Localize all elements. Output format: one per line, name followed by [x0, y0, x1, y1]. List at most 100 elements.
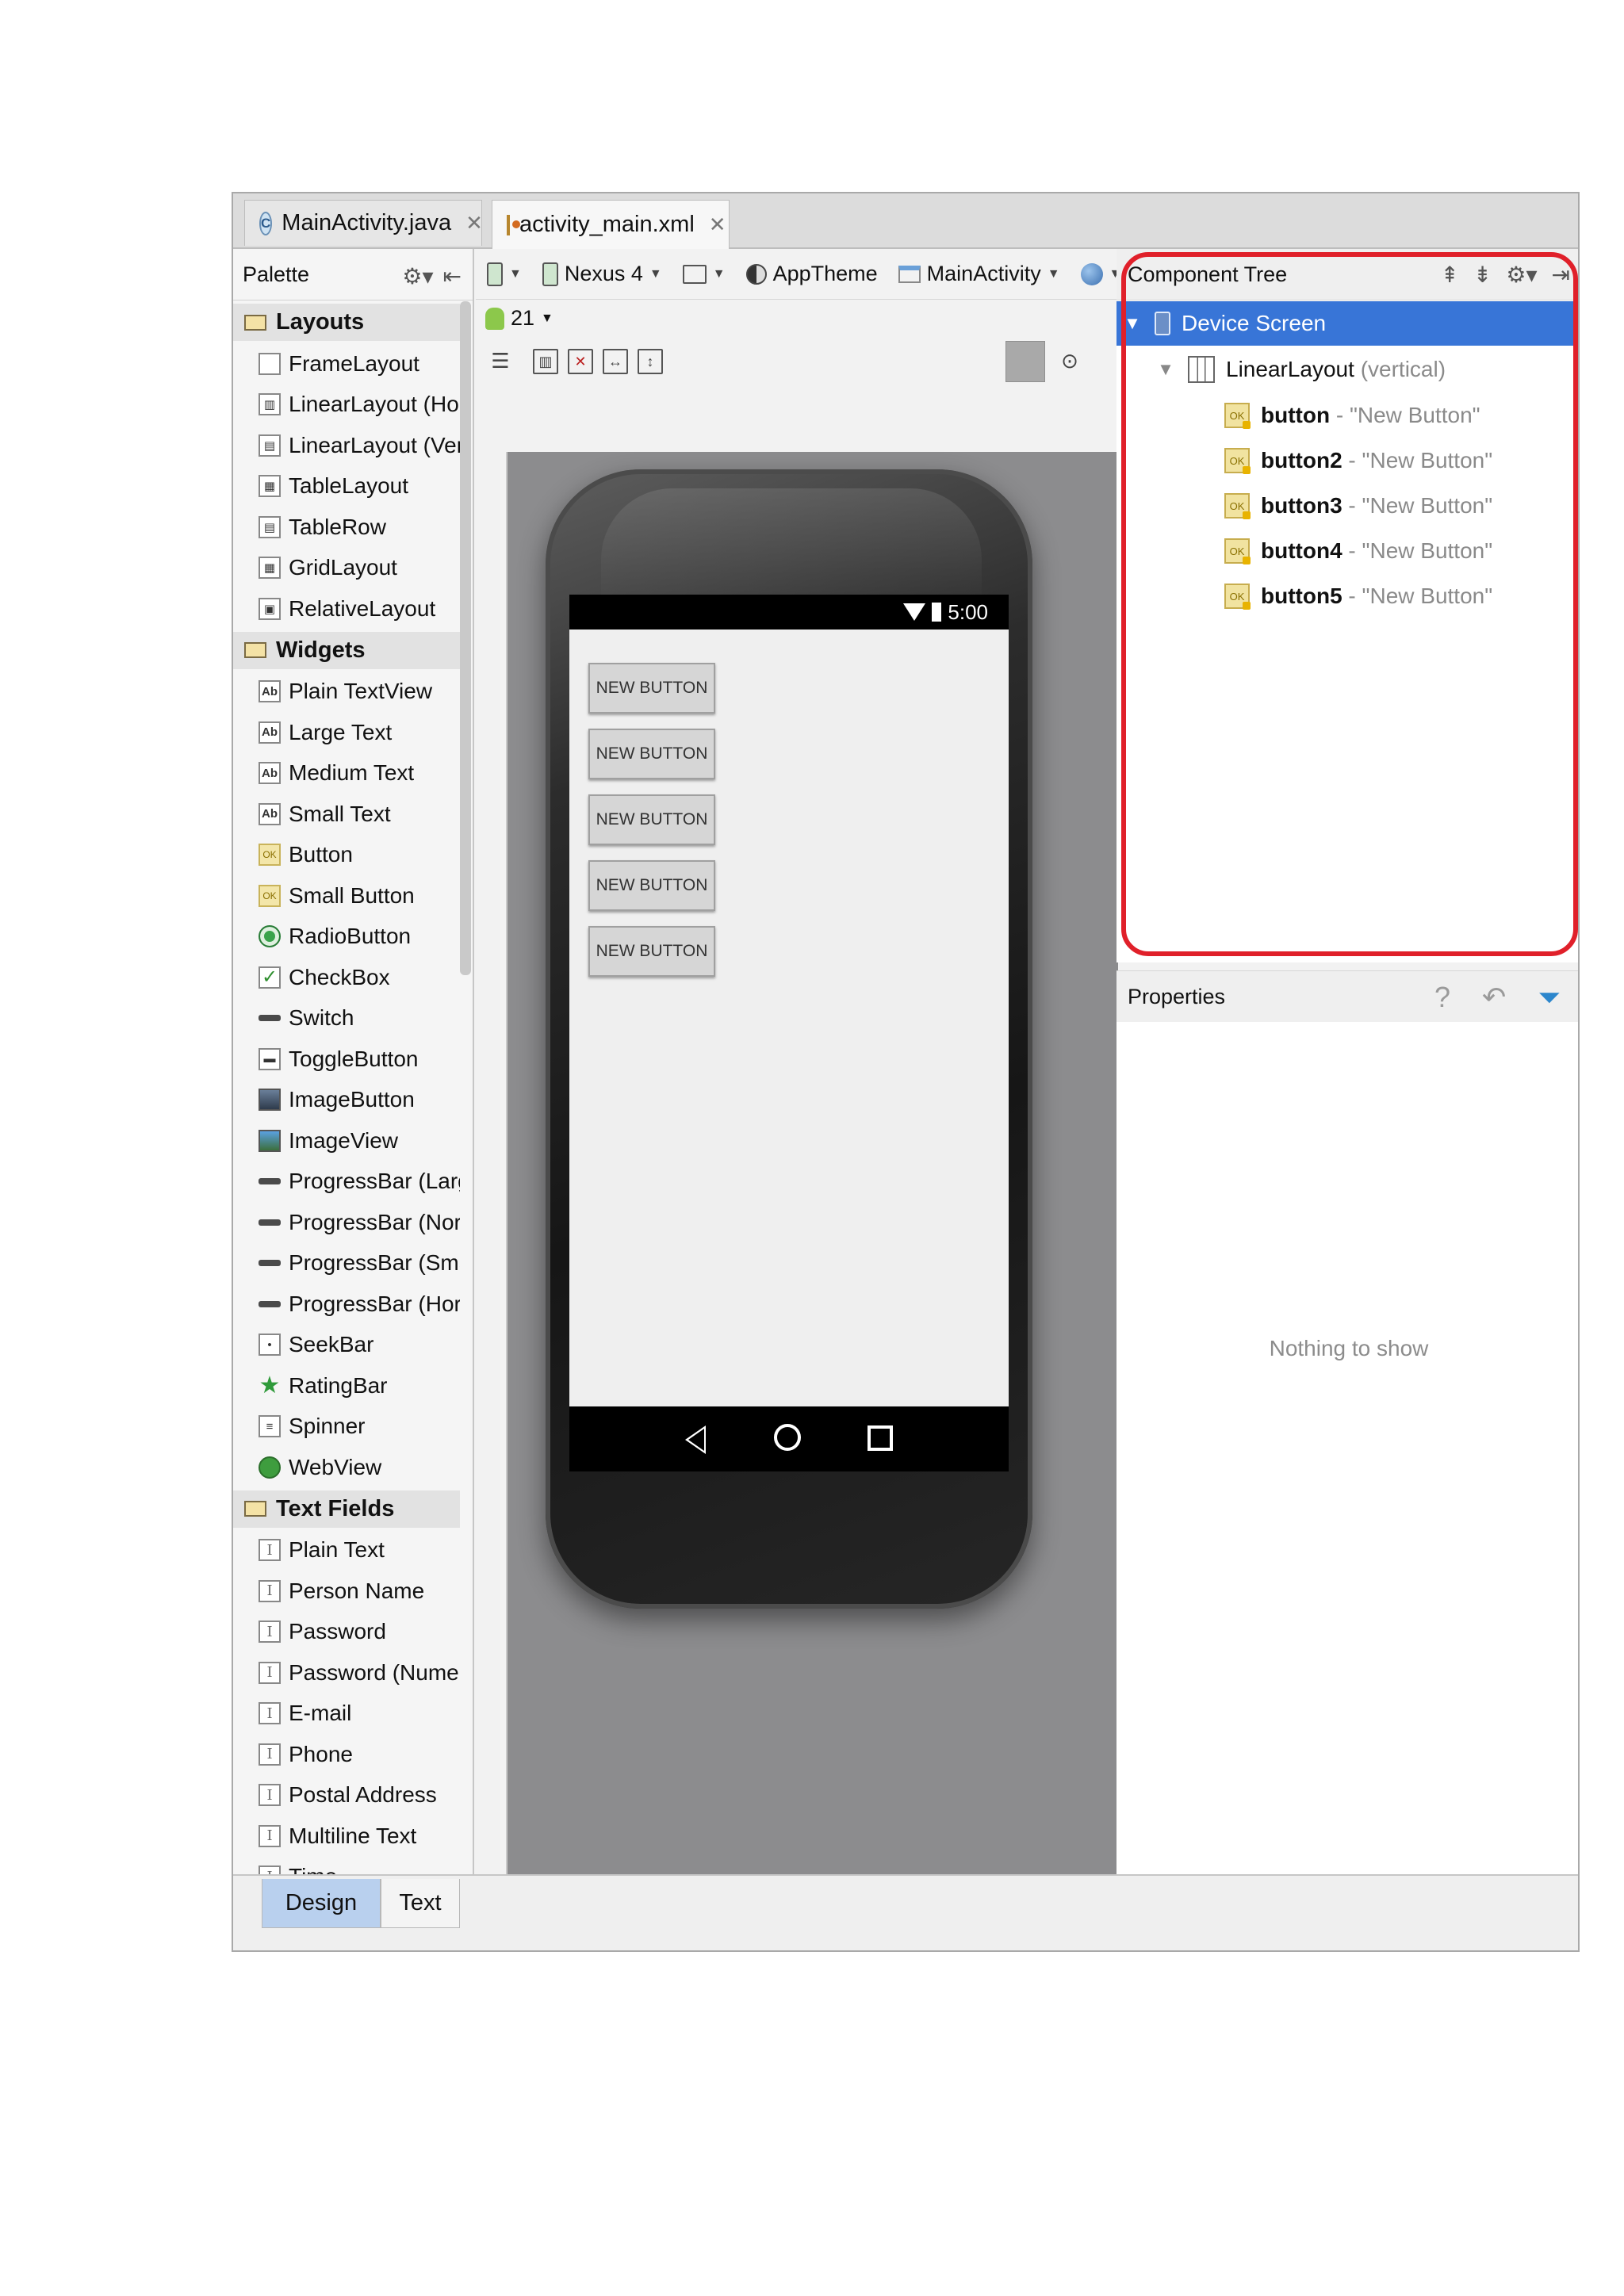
- tree-item-button-5[interactable]: OK button5 - "New Button": [1116, 574, 1578, 618]
- gear-icon[interactable]: ⚙▾: [402, 263, 433, 289]
- phone-screen[interactable]: NEW BUTTON NEW BUTTON NEW BUTTON NEW BUT…: [569, 629, 1009, 1406]
- palette-item[interactable]: I Person Name: [233, 1571, 460, 1612]
- tree-item-device-screen[interactable]: ▼ Device Screen: [1116, 301, 1578, 346]
- help-icon[interactable]: ?: [1434, 981, 1450, 1015]
- tab-text[interactable]: Text: [381, 1879, 460, 1928]
- palette-scrollbar[interactable]: [460, 301, 471, 975]
- palette-item[interactable]: Ab Medium Text: [233, 753, 460, 794]
- zoom-actual-size-icon[interactable]: ⊙: [1055, 346, 1085, 376]
- palette-item[interactable]: OK Button: [233, 835, 460, 876]
- palette-item-label: Postal Address: [289, 1782, 437, 1808]
- palette-item[interactable]: FrameLayout: [233, 343, 460, 385]
- collapse-all-icon[interactable]: ⇟: [1473, 262, 1492, 288]
- palette-category-1[interactable]: Widgets: [233, 631, 460, 669]
- palette-item-label: GridLayout: [289, 555, 397, 580]
- palette-item[interactable]: ★ RatingBar: [233, 1365, 460, 1406]
- palette-item[interactable]: OK Small Button: [233, 875, 460, 916]
- hide-panel-icon[interactable]: ⇥: [1552, 262, 1570, 288]
- palette-item[interactable]: ✓ CheckBox: [233, 957, 460, 998]
- tree-item-linear-layout[interactable]: ▼ LinearLayout (vertical): [1116, 347, 1578, 392]
- preview-button-1[interactable]: NEW BUTTON: [588, 663, 715, 714]
- columns-icon[interactable]: ▥: [533, 349, 558, 374]
- chevron-down-icon: ▼: [712, 266, 726, 281]
- status-bar: 5:00: [569, 595, 1009, 629]
- restore-default-icon[interactable]: ↶: [1482, 981, 1506, 1015]
- tab-design[interactable]: Design: [262, 1879, 381, 1928]
- palette-item[interactable]: I Multiline Text: [233, 1816, 460, 1857]
- expand-all-icon[interactable]: ⇞: [1440, 262, 1458, 288]
- palette-item[interactable]: WebView: [233, 1447, 460, 1488]
- image-view-icon: [259, 1129, 281, 1152]
- palette-item[interactable]: ≡ Spinner: [233, 1406, 460, 1448]
- preview-button-3[interactable]: NEW BUTTON: [588, 794, 715, 845]
- palette-item[interactable]: ▤ TableRow: [233, 507, 460, 548]
- button-text: "New Button": [1362, 448, 1493, 473]
- palette-category-2[interactable]: Text Fields: [233, 1490, 460, 1528]
- expand-triangle-icon[interactable]: ▼: [1121, 313, 1143, 334]
- theme-selector[interactable]: AppTheme: [745, 262, 878, 286]
- palette-item[interactable]: Switch: [233, 998, 460, 1039]
- chevron-down-icon: ▼: [509, 266, 522, 281]
- palette-item[interactable]: I Phone: [233, 1734, 460, 1775]
- hide-panel-icon[interactable]: ⇤: [443, 263, 462, 289]
- fill-width-icon[interactable]: ↔: [603, 349, 628, 374]
- palette-item[interactable]: I E-mail: [233, 1693, 460, 1735]
- tree-item-button-1[interactable]: OK button - "New Button": [1116, 393, 1578, 438]
- orientation-selector[interactable]: ▼: [682, 264, 726, 284]
- tab-main-activity-java[interactable]: C MainActivity.java ✕: [244, 200, 483, 246]
- device-selector[interactable]: Nexus 4 ▼: [542, 262, 662, 286]
- list-layout-icon[interactable]: ☰: [485, 346, 515, 376]
- palette-category-0[interactable]: Layouts: [233, 304, 460, 341]
- palette-item[interactable]: Ab Plain TextView: [233, 672, 460, 713]
- expand-triangle-icon[interactable]: ▼: [1155, 359, 1177, 380]
- text-field-icon: I: [259, 1621, 281, 1644]
- palette-item[interactable]: ▦ TableLayout: [233, 466, 460, 507]
- tree-item-button-3[interactable]: OK button3 - "New Button": [1116, 484, 1578, 528]
- preview-button-2[interactable]: NEW BUTTON: [588, 729, 715, 779]
- palette-item[interactable]: ImageButton: [233, 1080, 460, 1121]
- select-mode-icon[interactable]: [1005, 341, 1045, 382]
- checkbox-icon: ✓: [259, 966, 281, 989]
- separator: -: [1348, 584, 1356, 608]
- palette-item[interactable]: ▦ GridLayout: [233, 548, 460, 589]
- palette-item[interactable]: I Plain Text: [233, 1530, 460, 1571]
- gear-icon[interactable]: ⚙▾: [1506, 262, 1537, 288]
- palette-item[interactable]: ProgressBar (Smal: [233, 1243, 460, 1284]
- tree-item-button-4[interactable]: OK button4 - "New Button": [1116, 529, 1578, 573]
- palette-item[interactable]: Ab Large Text: [233, 712, 460, 753]
- palette-item[interactable]: ▤ LinearLayout (Vert: [233, 425, 460, 466]
- layout-variant-button[interactable]: ▼: [487, 262, 522, 286]
- palette-item-label: E-mail: [289, 1701, 352, 1726]
- tree-item-button-2[interactable]: OK button2 - "New Button": [1116, 438, 1578, 483]
- separator: -: [1348, 538, 1356, 563]
- palette-item[interactable]: ▬ ToggleButton: [233, 1039, 460, 1080]
- close-icon[interactable]: ✕: [709, 212, 726, 237]
- locale-selector[interactable]: ▼: [1080, 262, 1121, 285]
- palette-item[interactable]: I Postal Address: [233, 1775, 460, 1816]
- palette-item[interactable]: Ab Small Text: [233, 794, 460, 835]
- preview-button-4[interactable]: NEW BUTTON: [588, 860, 715, 911]
- palette-item[interactable]: ImageView: [233, 1120, 460, 1161]
- palette-item[interactable]: ProgressBar (Norm: [233, 1202, 460, 1243]
- preview-button-5[interactable]: NEW BUTTON: [588, 926, 715, 977]
- close-icon[interactable]: ✕: [465, 211, 483, 235]
- filter-icon[interactable]: ⏷: [1538, 981, 1561, 1015]
- palette-item[interactable]: I Password: [233, 1612, 460, 1653]
- activity-selector[interactable]: MainActivity ▼: [898, 262, 1060, 286]
- api-level-selector[interactable]: 21 ▼: [485, 306, 553, 331]
- palette-item[interactable]: I Time: [233, 1857, 460, 1874]
- palette-item[interactable]: ProgressBar (Large: [233, 1161, 460, 1203]
- palette-item[interactable]: ▣ RelativeLayout: [233, 588, 460, 629]
- tab-activity-main-xml[interactable]: activity_main.xml ✕: [492, 200, 730, 249]
- palette-item-label: Small Button: [289, 882, 415, 908]
- fill-height-icon[interactable]: ↕: [638, 349, 663, 374]
- remove-layout-icon[interactable]: ✕: [568, 349, 593, 374]
- palette-item[interactable]: • SeekBar: [233, 1325, 460, 1366]
- radio-button-icon: [259, 925, 281, 948]
- palette-item[interactable]: ▥ LinearLayout (Hor: [233, 385, 460, 426]
- palette-item[interactable]: ProgressBar (Horiz: [233, 1284, 460, 1325]
- design-canvas[interactable]: 5:00 NEW BUTTON NEW BUTTON NEW BUTTON NE…: [506, 452, 1118, 1874]
- palette-item[interactable]: I Password (Numeri: [233, 1652, 460, 1693]
- palette-item[interactable]: RadioButton: [233, 916, 460, 958]
- java-class-icon: C: [259, 211, 273, 235]
